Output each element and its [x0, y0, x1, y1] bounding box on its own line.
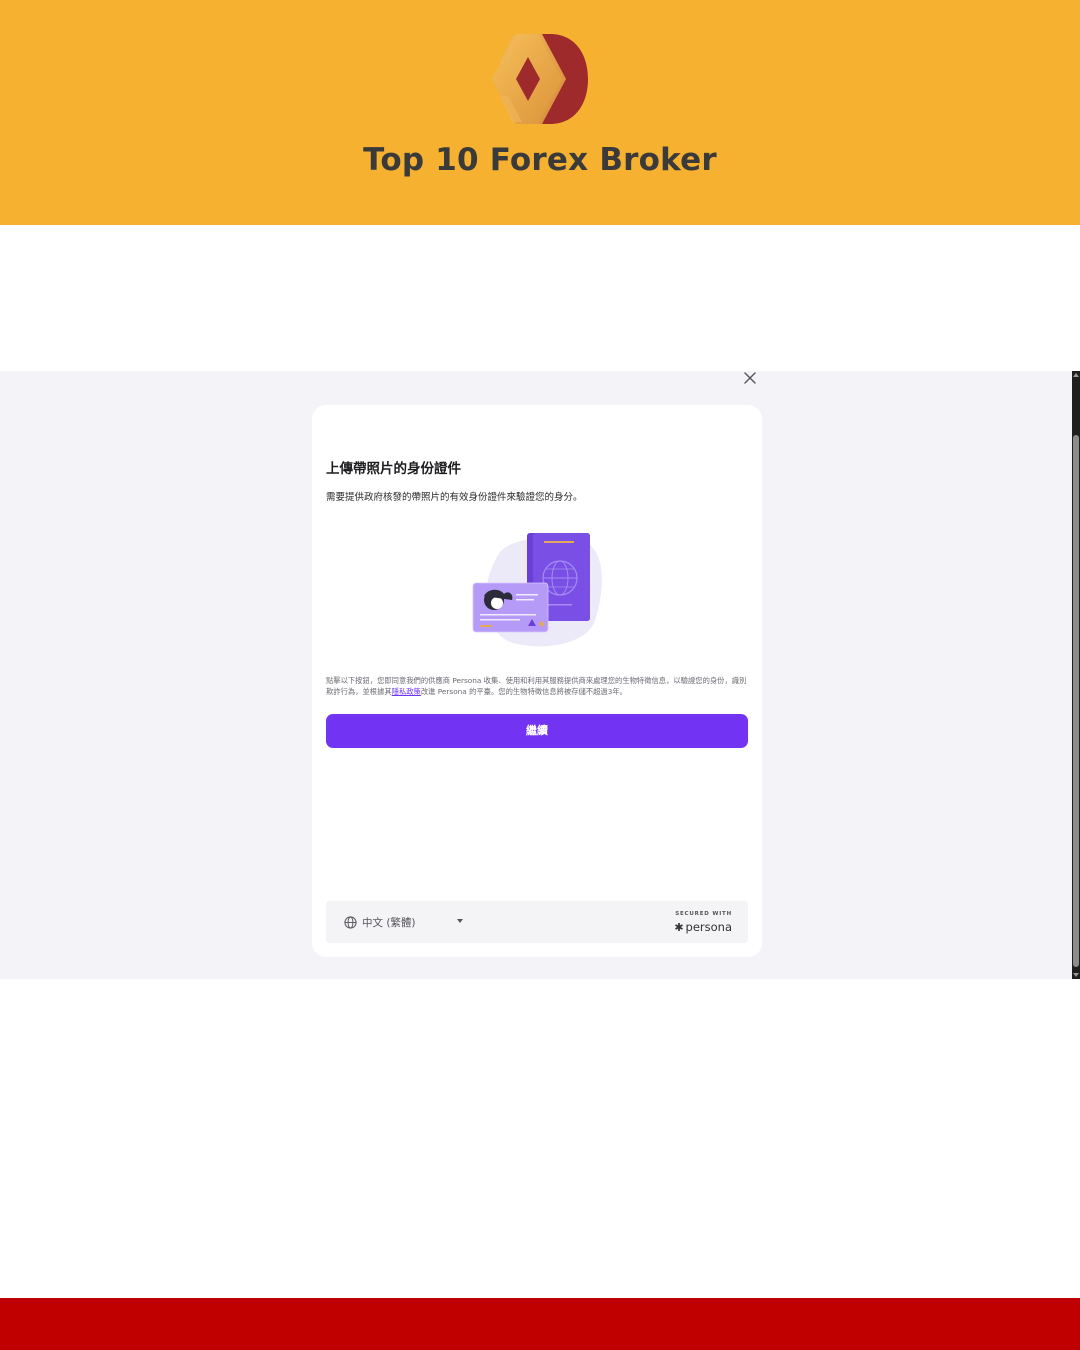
- bottom-brand-bar: [0, 1298, 1080, 1350]
- secured-with-label: SECURED WITH: [675, 911, 732, 917]
- consent-text: 點擊以下按鈕，您即同意我們的供應商 Persona 收集、使用和利用其服務提供商…: [326, 675, 748, 697]
- site-header: Top 10 Forex Broker: [0, 0, 1080, 225]
- persona-brand-text: persona: [685, 920, 732, 934]
- card-subtitle: 需要提供政府核發的帶照片的有效身份證件來驗證您的身分。: [326, 492, 583, 503]
- language-label: 中文 (繁體): [362, 916, 416, 929]
- scroll-up-arrow-icon[interactable]: [1073, 373, 1079, 377]
- consent-text-after: 改進 Persona 的平臺。您的生物特徵信息將被存儲不超過3年。: [420, 687, 627, 696]
- card-footer: 中文 (繁體) SECURED WITH ✱ persona: [326, 901, 748, 943]
- persona-logo: ✱ persona: [674, 920, 732, 934]
- card-title: 上傳帶照片的身份證件: [326, 461, 461, 477]
- caret-down-icon[interactable]: [457, 919, 463, 923]
- scroll-down-arrow-icon[interactable]: [1073, 973, 1079, 977]
- persona-asterisk-icon: ✱: [674, 920, 684, 934]
- verification-card: 上傳帶照片的身份證件 需要提供政府核發的帶照片的有效身份證件來驗證您的身分。 點…: [312, 405, 762, 957]
- id-card-and-passport-illustration: [472, 533, 602, 647]
- globe-icon: [344, 915, 357, 929]
- modal-scrollbar[interactable]: [1072, 371, 1080, 979]
- language-select[interactable]: 中文 (繁體): [344, 914, 416, 930]
- brand-title: Top 10 Forex Broker: [363, 142, 717, 178]
- scrollbar-thumb[interactable]: [1073, 435, 1079, 967]
- close-icon[interactable]: [741, 369, 759, 387]
- privacy-policy-link[interactable]: 隱私政策: [392, 687, 421, 696]
- continue-button[interactable]: 繼續: [326, 714, 748, 748]
- brand-logo-icon: [492, 34, 588, 124]
